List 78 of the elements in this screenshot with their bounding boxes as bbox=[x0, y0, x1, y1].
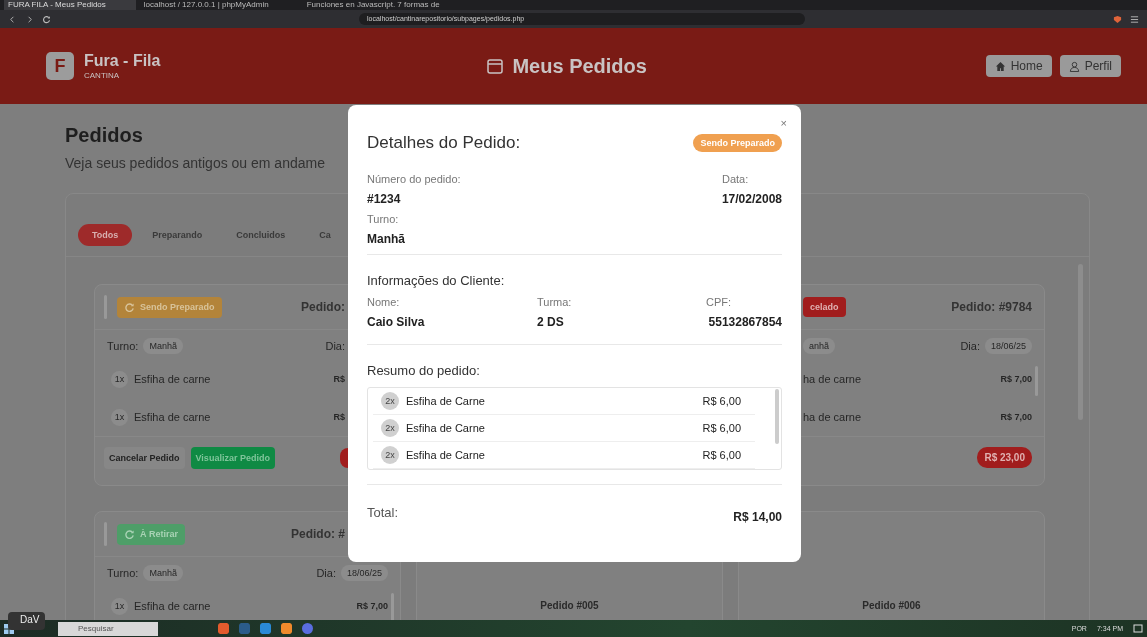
item-name: Esfiha de Carne bbox=[406, 395, 485, 407]
item-name: Esfiha de carne bbox=[134, 373, 211, 385]
day-pill: 18/06/25 bbox=[340, 565, 388, 581]
order-number: Pedido: #9784 bbox=[951, 300, 1032, 314]
shift-label: Turno: bbox=[107, 340, 139, 352]
section-heading: Resumo do pedido: bbox=[367, 363, 481, 378]
item-name: ha de carne bbox=[803, 411, 862, 423]
shift-pill: Manhã bbox=[143, 338, 183, 354]
field-value: Caio Silva bbox=[367, 315, 426, 329]
filter-tab[interactable]: Preparando bbox=[138, 224, 217, 246]
browser-tab[interactable]: localhost / 127.0.0.1 | phpMyAdmin bbox=[139, 0, 299, 10]
browser-tab[interactable]: FURA FILA - Meus Pedidos bbox=[4, 0, 136, 10]
shift-label: Turno: bbox=[107, 567, 139, 579]
field-label: Turno: bbox=[367, 213, 400, 225]
item-price: R$ bbox=[333, 412, 345, 422]
search-field[interactable]: Pesquisar bbox=[58, 621, 158, 636]
item-price: R$ bbox=[333, 374, 345, 384]
quantity-badge: 2x bbox=[381, 446, 399, 464]
field-value: Manhã bbox=[367, 232, 406, 246]
status-text: celado bbox=[810, 302, 839, 312]
brand-name: Fura - Fila bbox=[84, 52, 161, 70]
field-label: Nome: bbox=[367, 296, 401, 308]
item-name: Esfiha de Carne bbox=[406, 449, 485, 461]
field-value: #1234 bbox=[367, 192, 402, 206]
item-name: Esfiha de carne bbox=[134, 600, 211, 612]
profile-button[interactable]: Perfil bbox=[1059, 55, 1121, 77]
page-title: Meus Pedidos bbox=[512, 54, 647, 78]
order-number: Pedido: # bbox=[291, 527, 345, 541]
item-name: ha de carne bbox=[803, 373, 862, 385]
field-label: Turma: bbox=[537, 296, 573, 308]
quantity-badge: 1x bbox=[111, 597, 128, 615]
day-label: Dia: bbox=[316, 567, 336, 579]
shift-pill: anhã bbox=[803, 338, 836, 354]
quantity-badge: 2x bbox=[381, 419, 399, 437]
brand-logo: F bbox=[46, 52, 74, 80]
item-price: R$ 7,00 bbox=[356, 601, 388, 611]
field-label: CPF: bbox=[706, 296, 732, 308]
item-price: R$ 6,00 bbox=[702, 422, 741, 434]
status-text: Sendo Preparado bbox=[140, 302, 215, 312]
item-name: Esfiha de carne bbox=[134, 411, 211, 423]
field-value: 2 DS bbox=[537, 315, 565, 329]
quantity-badge: 1x bbox=[111, 370, 128, 388]
section-title: Pedidos bbox=[65, 124, 143, 147]
browser-tab[interactable]: Funciones en Javascript. 7 formas de bbox=[302, 0, 470, 10]
filter-tab[interactable]: Ca bbox=[305, 224, 345, 246]
item-price: R$ 7,00 bbox=[1000, 374, 1032, 384]
item-price: R$ 6,00 bbox=[702, 449, 741, 461]
item-price: R$ 7,00 bbox=[1000, 412, 1032, 422]
field-label: Número do pedido: bbox=[367, 173, 461, 185]
order-title: Pedido #006 bbox=[862, 600, 921, 613]
dialog-title: Detalhes do Pedido: bbox=[367, 133, 521, 153]
quantity-badge: 1x bbox=[111, 408, 128, 426]
quantity-badge: 2x bbox=[381, 392, 399, 410]
home-button[interactable]: Home bbox=[985, 55, 1052, 77]
floating-widget[interactable]: DaV bbox=[8, 612, 46, 630]
item-price: R$ 6,00 bbox=[702, 395, 741, 407]
order-title: Pedido #005 bbox=[540, 600, 599, 613]
total-value: R$ 14,00 bbox=[733, 510, 782, 524]
section-subtitle: Veja seus pedidos antigos ou em andame bbox=[65, 155, 325, 171]
day-label: Dia: bbox=[960, 340, 980, 352]
order-number: Pedido: bbox=[301, 300, 345, 314]
day-label: Dia: bbox=[325, 340, 345, 352]
status-badge: Sendo Preparado bbox=[693, 134, 782, 152]
day-pill: 18/06/25 bbox=[984, 338, 1032, 354]
field-label: Data: bbox=[721, 173, 749, 185]
close-button[interactable]: × bbox=[780, 117, 787, 129]
field-value: 17/02/2008 bbox=[721, 192, 782, 206]
total-badge: R$ 23,00 bbox=[977, 447, 1032, 468]
field-value: 55132867854 bbox=[708, 315, 782, 329]
cancel-order-button[interactable]: Cancelar Pedido bbox=[104, 447, 185, 469]
item-name: Esfiha de Carne bbox=[406, 422, 485, 434]
status-text: À Retirar bbox=[140, 529, 178, 539]
brand-subtitle: CANTINA bbox=[84, 71, 121, 80]
filter-tab[interactable]: Concluidos bbox=[222, 224, 300, 246]
filter-tab[interactable]: Todos bbox=[78, 224, 133, 246]
section-heading: Informações do Cliente: bbox=[367, 273, 506, 288]
total-label: Total: bbox=[367, 505, 399, 520]
shift-pill: Manhã bbox=[143, 565, 183, 581]
